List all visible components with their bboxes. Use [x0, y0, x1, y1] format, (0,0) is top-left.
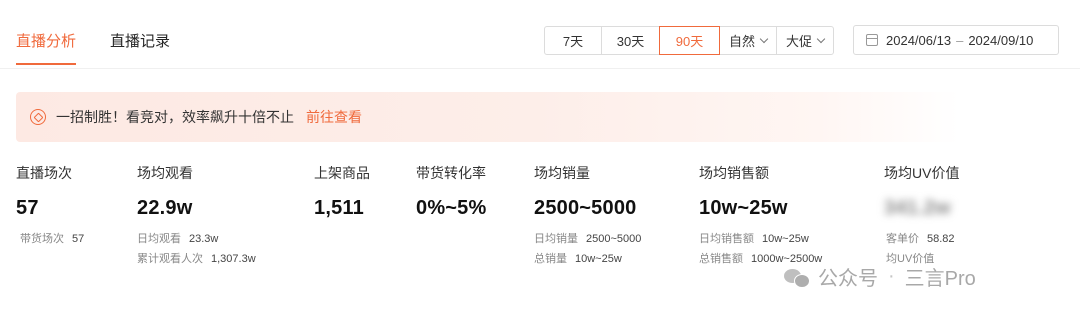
sub-value: 10w~25w — [762, 233, 809, 245]
metric-value: 0%~5% — [416, 197, 487, 219]
metric-conversion: 带货转化率 0%~5% — [416, 163, 487, 220]
metric-avg-revenue: 场均销售额 10w~25w 日均销售额 10w~25w 总销售额 1000w~250… — [699, 163, 822, 269]
metric-label: 直播场次 — [16, 165, 72, 181]
compass-icon — [30, 109, 46, 125]
metric-value: 10w~25w — [699, 197, 788, 219]
watermark-name: 三言Pro — [904, 268, 976, 290]
sub-label: 日均销售额 — [699, 233, 754, 245]
date-start: 2024/06/13 — [886, 32, 952, 48]
sub-value: 10w~25w — [575, 253, 622, 265]
metric-avg-sales: 场均销量 2500~5000 日均销量 2500~5000 总销量 10w~25w — [534, 163, 641, 269]
metric-sessions: 直播场次 57 带货场次 57 — [16, 163, 84, 249]
metric-label: 带货转化率 — [416, 165, 486, 181]
calendar-icon — [866, 34, 878, 46]
metric-label: 场均销量 — [534, 165, 590, 181]
banner-text: 一招制胜！看竞对，效率飙升十倍不止 — [56, 109, 294, 125]
promo-dropdown-label: 大促 — [785, 34, 812, 49]
metric-label: 场均观看 — [137, 165, 193, 181]
metric-avg-views: 场均观看 22.9w 日均观看 23.3w 累计观看人次 1,307.3w — [137, 163, 256, 269]
metric-value: 2500~5000 — [534, 197, 637, 219]
metric-uv-value: 场均UV价值 341.2w 客单价 58.82 均UV价值 — [884, 163, 959, 269]
date-range-picker[interactable]: 2024/06/13 – 2024/09/10 — [853, 25, 1059, 55]
tabs-divider — [0, 68, 1080, 69]
metric-value: 1,511 — [314, 197, 364, 219]
banner-link[interactable]: 前往查看 — [306, 107, 362, 127]
metric-label: 场均UV价值 — [884, 165, 960, 181]
sub-label: 带货场次 — [20, 233, 64, 245]
chevron-down-icon — [759, 34, 769, 43]
watermark-brand: 公众号 — [818, 268, 878, 290]
promo-dropdown[interactable]: 大促 — [776, 26, 834, 55]
range-90d-button[interactable]: 90天 — [659, 26, 720, 55]
date-separator: – — [956, 32, 964, 48]
tab-live-records[interactable]: 直播记录 — [110, 30, 170, 65]
range-7d-button[interactable]: 7天 — [544, 26, 602, 55]
metric-value-blurred: 341.2w — [884, 197, 951, 219]
sub-value: 57 — [72, 233, 85, 245]
chevron-down-icon — [816, 34, 826, 43]
metric-sub: 日均销量 2500~5000 总销量 10w~25w — [534, 229, 641, 269]
promo-banner: 一招制胜！看竞对，效率飙升十倍不止 前往查看 — [16, 92, 960, 142]
natural-dropdown-label: 自然 — [728, 34, 755, 49]
metric-sub: 日均观看 23.3w 累计观看人次 1,307.3w — [137, 229, 256, 269]
sub-label: 日均销量 — [534, 233, 578, 245]
sub-label: 客单价 — [886, 233, 919, 245]
sub-label: 日均观看 — [137, 233, 181, 245]
sub-label: 累计观看人次 — [137, 253, 203, 265]
natural-dropdown[interactable]: 自然 — [719, 26, 777, 55]
range-30d-button[interactable]: 30天 — [601, 26, 660, 55]
wechat-logo-icon — [784, 267, 810, 288]
sub-value: 1,307.3w — [211, 253, 256, 265]
watermark: 公众号 · 三言Pro — [784, 262, 976, 291]
metric-label: 场均销售额 — [699, 165, 769, 181]
sub-value: 23.3w — [189, 233, 219, 245]
sub-value: 58.82 — [927, 233, 955, 245]
time-range-group: 7天 30天 90天 自然 大促 — [544, 26, 834, 55]
metric-sub: 带货场次 57 — [20, 229, 84, 249]
tab-bar: 直播分析 直播记录 — [16, 30, 204, 65]
metric-label: 上架商品 — [314, 165, 370, 181]
metric-products: 上架商品 1,511 — [314, 163, 370, 220]
sub-label: 总销售额 — [699, 253, 743, 265]
date-end: 2024/09/10 — [968, 32, 1034, 48]
sub-value: 2500~5000 — [586, 233, 642, 245]
sub-label: 总销量 — [534, 253, 567, 265]
live-overview-card: 直播分析 直播记录 7天 30天 90天 自然 大促 2024/06/13 – … — [0, 0, 1080, 321]
metric-value: 22.9w — [137, 197, 193, 219]
metric-value: 57 — [16, 197, 39, 219]
watermark-separator: · — [888, 265, 895, 287]
tab-live-analysis[interactable]: 直播分析 — [16, 30, 77, 65]
